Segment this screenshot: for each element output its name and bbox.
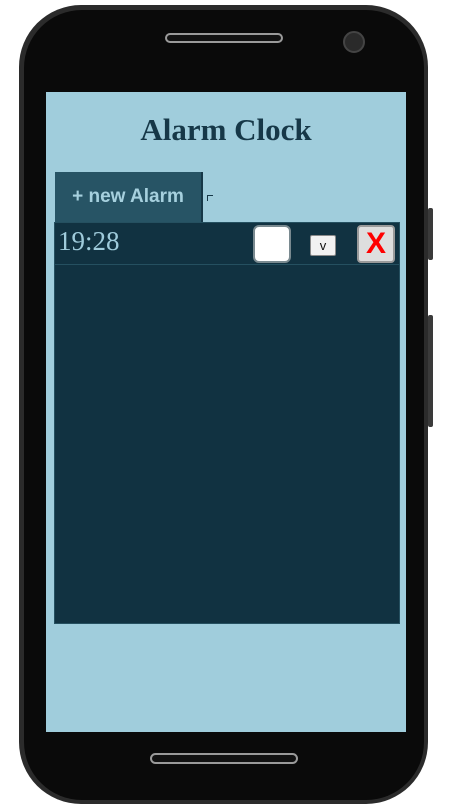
phone-home-bar[interactable] xyxy=(150,753,298,764)
alarm-delete-button[interactable]: X xyxy=(357,225,395,263)
corner-mark-icon xyxy=(207,195,213,201)
phone-speaker xyxy=(165,33,283,43)
camera-icon xyxy=(343,31,365,53)
phone-side-button-upper xyxy=(428,208,433,260)
alarm-enabled-checkbox[interactable] xyxy=(253,225,291,263)
new-alarm-button[interactable]: + new Alarm xyxy=(55,172,203,222)
app-screen: Alarm Clock + new Alarm 19:28 v X xyxy=(46,92,406,732)
alarm-list: 19:28 v X xyxy=(54,222,400,624)
alarm-toggle-button[interactable]: v xyxy=(310,235,336,256)
alarm-time: 19:28 xyxy=(58,226,120,256)
page-title: Alarm Clock xyxy=(140,112,312,147)
alarm-item: 19:28 v X xyxy=(55,223,399,265)
phone-side-button-lower xyxy=(428,315,433,427)
